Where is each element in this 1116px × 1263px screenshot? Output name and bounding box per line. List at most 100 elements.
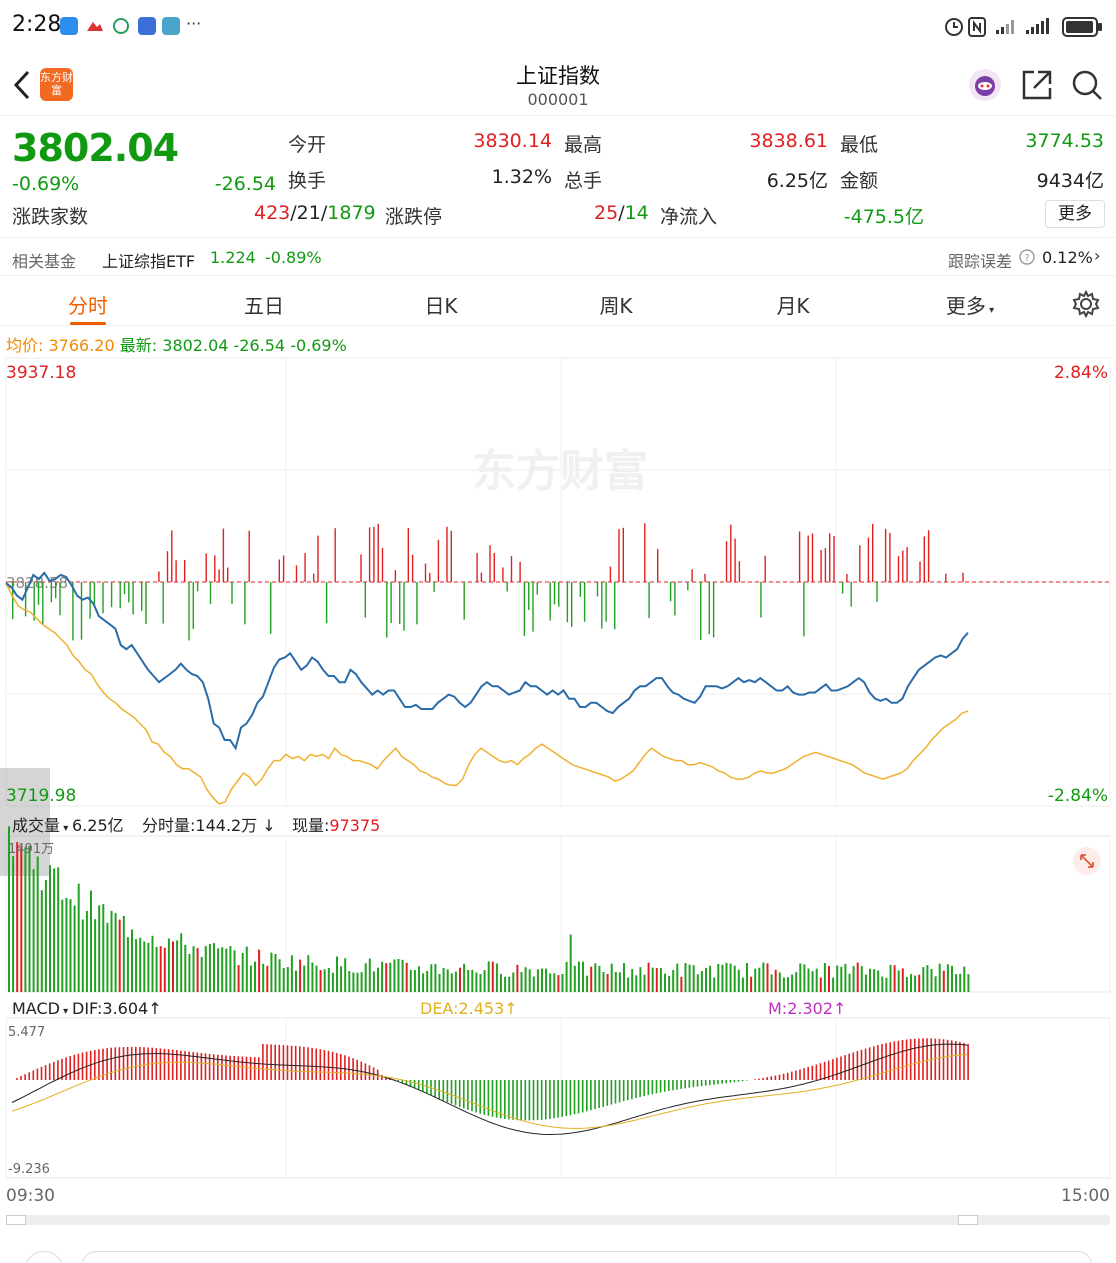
- macd-bar: [909, 1039, 912, 1080]
- volume-bar: [856, 962, 859, 992]
- flow-bar: [403, 582, 405, 631]
- volume-bar: [766, 963, 769, 992]
- volume-bar: [368, 958, 371, 992]
- flow-bar: [528, 582, 530, 610]
- macd-bar: [245, 1056, 248, 1080]
- volume-bar: [606, 974, 609, 992]
- volume-bar: [934, 976, 937, 992]
- macd-bar: [417, 1080, 420, 1090]
- volume-bar: [582, 961, 584, 992]
- bottom-circle-button[interactable]: [24, 1251, 64, 1263]
- volume-bar: [81, 919, 84, 992]
- tab-daily-k[interactable]: 日K: [381, 290, 501, 319]
- help-icon[interactable]: ?: [1019, 249, 1035, 269]
- flow-bar: [368, 527, 371, 582]
- volume-bar: [709, 965, 712, 992]
- macd-bar: [856, 1051, 859, 1080]
- fund-change: -0.89%: [265, 248, 322, 267]
- macd-bar: [516, 1080, 518, 1121]
- flow-bar: [227, 567, 229, 582]
- macd-bar: [627, 1080, 629, 1101]
- flow-bar: [145, 582, 147, 624]
- volume-bar: [307, 955, 310, 992]
- volume-bar: [389, 962, 392, 992]
- volume-bar: [832, 977, 835, 992]
- volume-bar: [586, 975, 589, 992]
- volume-bar: [504, 976, 507, 992]
- macd-bar: [94, 1050, 96, 1080]
- volume-bar: [77, 883, 80, 992]
- volume-bar: [311, 962, 314, 992]
- amount-label: 金额: [840, 170, 879, 192]
- volume-bar: [877, 970, 880, 992]
- top-pct-label: 2.84%: [1054, 363, 1108, 383]
- macd-bar: [663, 1080, 666, 1092]
- flow-bar: [381, 548, 384, 582]
- settings-icon[interactable]: [1072, 289, 1100, 323]
- scrollbar-left-handle[interactable]: [6, 1215, 26, 1225]
- macd-bar: [532, 1080, 535, 1121]
- related-fund-row[interactable]: 相关基金 上证综指ETF 1.224 -0.89% 跟踪误差 ? 0.12% ›: [0, 240, 1116, 276]
- macd-selector[interactable]: MACD ▾: [12, 999, 68, 1018]
- macd-bar: [799, 1069, 801, 1080]
- tab-more[interactable]: 更多 ▾: [910, 290, 1030, 319]
- tracking-value: 0.12%: [1042, 248, 1093, 267]
- macd-bar: [454, 1080, 457, 1106]
- tab-weekly-k[interactable]: 周K: [556, 290, 676, 319]
- macd-bar: [135, 1046, 137, 1080]
- flow-bar: [669, 582, 672, 602]
- volume-bar: [336, 956, 338, 992]
- volume-bar: [651, 967, 654, 992]
- volume-bar: [409, 969, 412, 992]
- flow-bar: [601, 582, 603, 629]
- macd-bar: [536, 1080, 539, 1121]
- volume-bar: [799, 963, 802, 992]
- macd-bar: [479, 1080, 481, 1114]
- flow-bar: [480, 572, 483, 582]
- tab-intraday[interactable]: 分时: [28, 290, 148, 319]
- flow-bar: [390, 582, 392, 623]
- volume-bar: [131, 929, 133, 992]
- flow-bar: [128, 582, 130, 603]
- volume-bar: [680, 976, 683, 992]
- volume-bar: [249, 965, 252, 992]
- macd-bar: [709, 1080, 711, 1086]
- search-icon[interactable]: [1070, 68, 1104, 106]
- fund-name[interactable]: 上证综指ETF: [102, 248, 195, 272]
- volume-bar: [782, 977, 785, 992]
- flow-bar: [132, 582, 134, 615]
- scrollbar-right-handle[interactable]: [958, 1215, 978, 1225]
- share-icon[interactable]: [1020, 68, 1054, 106]
- open-label: 今开: [288, 134, 327, 156]
- volume-bar: [770, 974, 773, 992]
- macd-bar: [782, 1073, 785, 1080]
- macd-bar: [270, 1044, 272, 1080]
- bottom-pct-label: -2.84%: [1048, 786, 1108, 806]
- volume-bar: [32, 869, 35, 992]
- volume-bar: [955, 974, 958, 992]
- assistant-avatar-icon[interactable]: [966, 66, 1004, 108]
- volume-selector[interactable]: 成交量 ▾: [12, 812, 68, 836]
- tab-monthly-k[interactable]: 月K: [733, 290, 853, 319]
- macd-bar: [413, 1080, 416, 1088]
- bottom-input-bar[interactable]: [82, 1251, 1092, 1263]
- time-scrollbar[interactable]: [6, 1215, 1110, 1225]
- expand-icon[interactable]: [1072, 846, 1102, 880]
- volume-bar: [94, 919, 97, 992]
- flow-bar: [446, 526, 448, 582]
- volume-bar: [565, 961, 568, 992]
- flow-bar: [687, 582, 689, 591]
- volume-bar: [110, 910, 113, 992]
- macd-bar: [811, 1065, 814, 1080]
- volume-bar: [49, 865, 51, 992]
- macd-bar: [545, 1080, 547, 1120]
- flow-bar: [712, 582, 715, 638]
- chevron-right-icon[interactable]: ›: [1094, 246, 1100, 265]
- macd-bar: [569, 1080, 572, 1116]
- more-button[interactable]: 更多: [1045, 200, 1105, 228]
- flow-bar: [549, 582, 551, 621]
- intraday-chart[interactable]: 东方财富 3828.58 3937.18 2.84% 3719.98 -2.84…: [0, 356, 1116, 1236]
- flow-bar: [820, 550, 822, 582]
- volume-bar: [885, 977, 888, 992]
- tab-five-day[interactable]: 五日: [204, 290, 324, 319]
